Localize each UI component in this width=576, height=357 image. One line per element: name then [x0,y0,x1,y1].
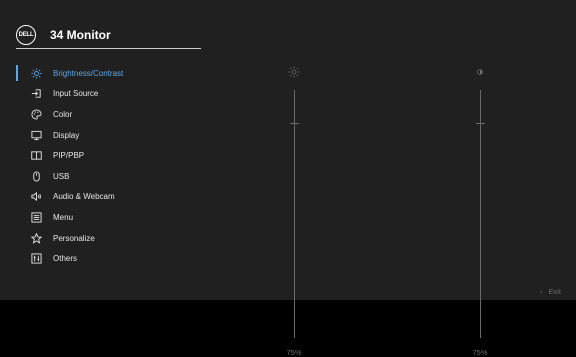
menu-list-icon [30,211,42,223]
color-palette-icon [30,108,42,120]
menu-item-label: Color [53,109,73,119]
speaker-icon [30,191,42,203]
menu-item-label: Personalize [53,233,95,243]
menu-item-color[interactable]: Color [16,104,216,125]
monitor-osd: DELL 34 Monitor Brightness/Contrast Inpu… [0,0,576,357]
contrast-slider-handle[interactable] [476,122,485,124]
menu-item-label: Input Source [53,89,99,99]
menu-item-label: Display [53,130,80,140]
osd-header: DELL 34 Monitor [16,22,200,48]
pip-pbp-icon [30,150,42,162]
menu-item-label: USB [53,171,70,181]
chevron-left-icon: ‹ [540,287,543,296]
menu-item-others[interactable]: Others [16,248,216,269]
contrast-slider-track[interactable] [480,90,481,338]
star-icon [30,232,42,244]
exit-button[interactable]: ‹ Exit [540,287,561,296]
menu-item-audio-webcam[interactable]: Audio & Webcam [16,187,216,208]
menu-item-label: Menu [53,212,74,222]
menu-item-input-source[interactable]: Input Source [16,84,216,105]
menu-item-pip-pbp[interactable]: PIP/PBP [16,145,216,166]
brightness-icon [288,66,300,78]
contrast-value: 75% [472,348,488,357]
display-icon [30,129,42,141]
brightness-icon [30,67,42,79]
brightness-slider-handle[interactable] [290,122,299,124]
dell-logo: DELL [16,25,36,45]
menu-item-label: Audio & Webcam [53,192,115,202]
contrast-icon [477,69,483,75]
menu-item-menu[interactable]: Menu [16,207,216,228]
menu-item-label: Brightness/Contrast [53,68,124,78]
exit-label: Exit [548,287,562,296]
menu-item-display[interactable]: Display [16,125,216,146]
menu-item-personalize[interactable]: Personalize [16,228,216,249]
menu-item-label: PIP/PBP [53,151,85,161]
menu-item-brightness-contrast[interactable]: Brightness/Contrast [16,63,216,84]
usb-mouse-icon [30,170,42,182]
monitor-title: 34 Monitor [50,28,111,42]
others-icon [30,253,42,265]
menu-item-usb[interactable]: USB [16,166,216,187]
osd-menu: Brightness/Contrast Input Source Color D… [16,63,216,269]
brightness-slider-track[interactable] [294,90,295,338]
input-source-icon [30,88,42,100]
brightness-value: 75% [286,348,302,357]
menu-item-label: Others [53,254,78,264]
header-divider [16,48,201,49]
